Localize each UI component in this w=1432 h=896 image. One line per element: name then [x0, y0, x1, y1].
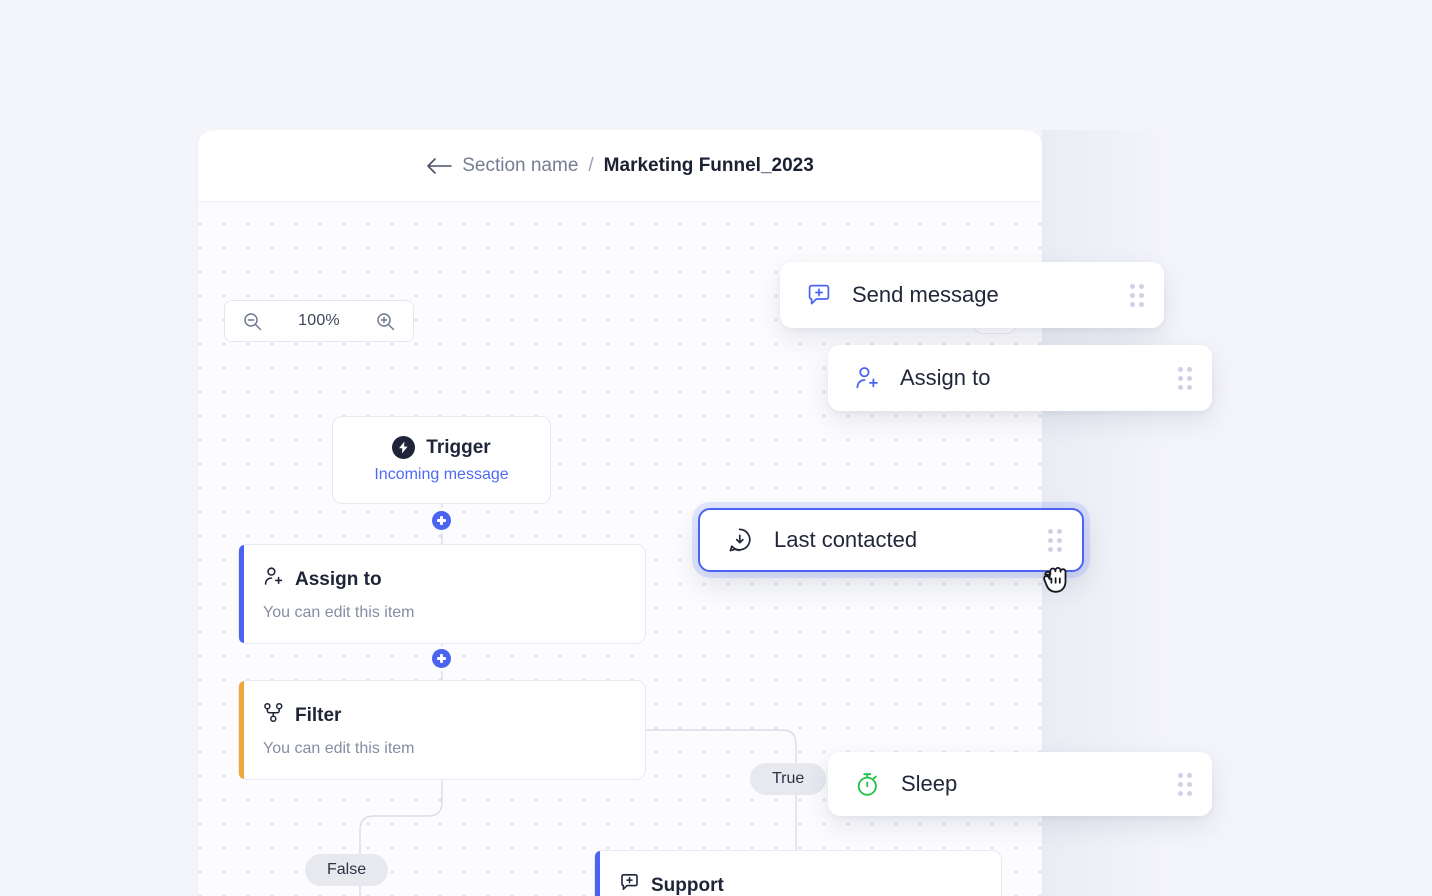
zoom-out-icon[interactable] — [241, 310, 263, 332]
flow-node-title-text: Support — [651, 874, 724, 896]
breadcrumb-section[interactable]: Section name — [462, 155, 578, 177]
flow-node-title: Assign to — [263, 566, 645, 593]
palette-card-label: Sleep — [901, 771, 958, 796]
lightning-bolt-icon — [392, 436, 416, 459]
drag-handle-icon[interactable] — [1048, 528, 1062, 552]
branch-label-true[interactable]: True — [750, 763, 827, 795]
flow-node-title-text: Trigger — [426, 436, 491, 458]
stopwatch-icon — [854, 771, 881, 798]
drag-handle-icon[interactable] — [1130, 283, 1144, 307]
flow-node-support[interactable]: Support You can edit this item — [594, 850, 1002, 896]
zoom-control[interactable]: 100% — [224, 300, 414, 342]
add-step-button-2[interactable] — [432, 649, 451, 668]
flow-node-subtitle: You can edit this item — [263, 740, 415, 757]
palette-card-send-message[interactable]: Send message — [780, 262, 1164, 328]
arrow-left-icon[interactable] — [426, 157, 453, 175]
filter-branch-icon — [263, 702, 284, 729]
flow-node-title: Filter — [263, 702, 645, 729]
flow-node-subtitle: You can edit this item — [263, 604, 415, 621]
user-plus-icon — [854, 365, 880, 391]
app-root: Section name / Marketing Funnel_2023 100… — [0, 0, 1432, 896]
palette-card-assign-to[interactable]: Assign to — [828, 345, 1212, 411]
flow-node-title: Support — [619, 872, 1001, 896]
drag-handle-icon[interactable] — [1178, 772, 1192, 796]
message-plus-icon — [806, 282, 832, 308]
panel-header: Section name / Marketing Funnel_2023 — [198, 130, 1042, 202]
flow-node-title: Trigger — [392, 436, 491, 459]
zoom-level-label: 100% — [298, 312, 340, 329]
palette-card-label: Last contacted — [774, 527, 918, 552]
branch-label-false[interactable]: False — [305, 854, 389, 886]
drag-handle-icon[interactable] — [1178, 366, 1192, 390]
page-title: Marketing Funnel_2023 — [603, 154, 814, 176]
node-accent-bar — [239, 681, 244, 779]
palette-card-last-contacted[interactable]: Last contacted — [698, 508, 1084, 572]
flow-node-filter[interactable]: Filter You can edit this item — [238, 680, 646, 780]
zoom-in-icon[interactable] — [375, 310, 397, 332]
add-step-button-1[interactable] — [432, 511, 451, 530]
palette-card-label: Send message — [852, 282, 999, 307]
breadcrumb: Section name / Marketing Funnel_2023 — [426, 155, 814, 177]
palette-card-sleep[interactable]: Sleep — [828, 752, 1212, 816]
message-plus-icon — [619, 872, 640, 896]
message-arrow-down-icon — [726, 526, 754, 554]
flow-node-trigger[interactable]: Trigger Incoming message — [332, 416, 551, 504]
palette-card-label: Assign to — [900, 365, 991, 390]
breadcrumb-separator: / — [588, 154, 594, 176]
flow-node-assign-to[interactable]: Assign to You can edit this item — [238, 544, 646, 644]
user-plus-icon — [263, 566, 284, 593]
node-accent-bar — [239, 545, 244, 643]
flow-node-title-text: Assign to — [295, 568, 382, 590]
flow-node-title-text: Filter — [295, 704, 342, 726]
node-accent-bar — [595, 851, 600, 896]
flow-node-subtitle: Incoming message — [374, 466, 509, 483]
